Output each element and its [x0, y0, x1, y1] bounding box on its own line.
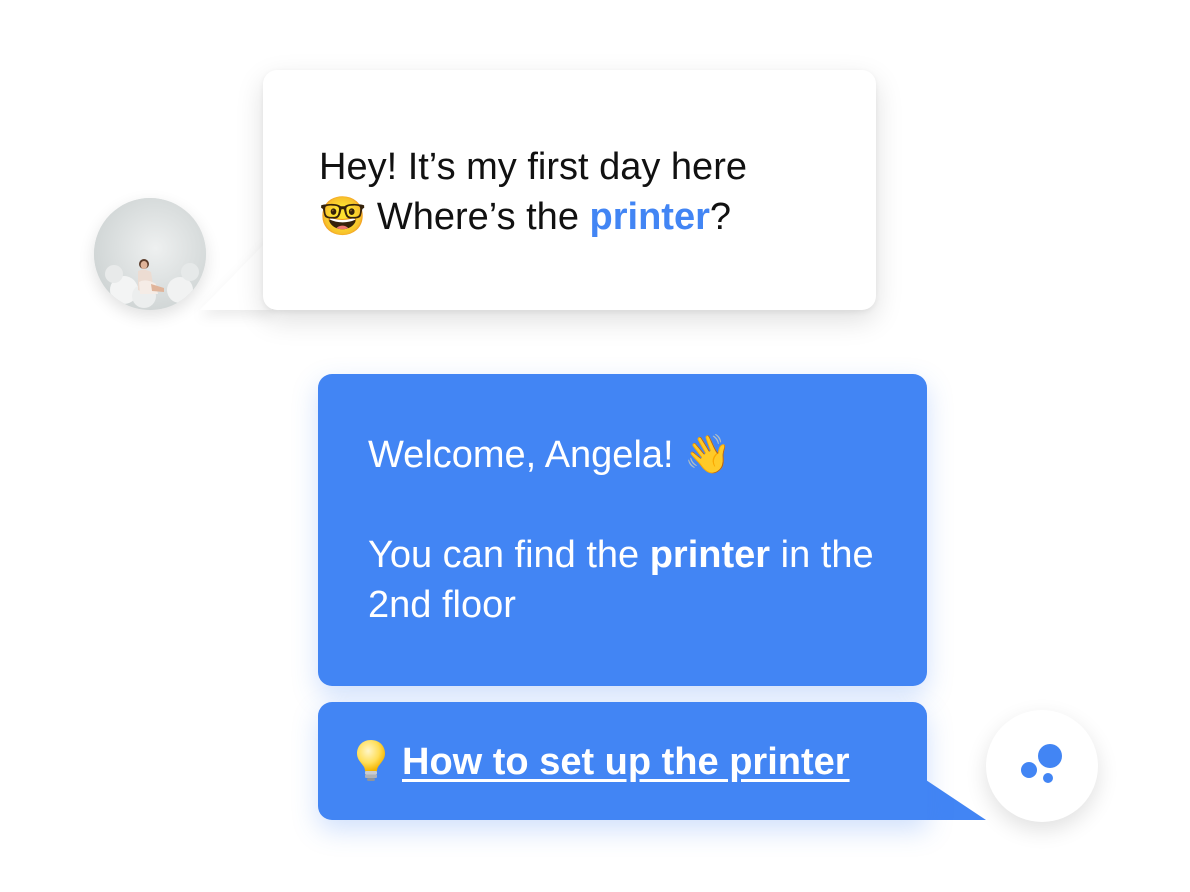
bot-answer-before: You can find the — [368, 534, 650, 576]
bot-greeting-line: Welcome, Angela! 👋 — [368, 430, 888, 480]
bot-greeting: Welcome, Angela! — [368, 434, 674, 476]
user-message-line1: Hey! It’s my first day here — [319, 146, 747, 188]
user-avatar-photo — [94, 198, 206, 310]
chat-stage: Hey! It’s my first day here 🤓 Where’s th… — [0, 0, 1190, 892]
user-message-text: Hey! It’s my first day here 🤓 Where’s th… — [319, 142, 839, 242]
bot-answer: You can find the printer in the 2nd floo… — [368, 530, 888, 630]
user-message-bubble: Hey! It’s my first day here 🤓 Where’s th… — [263, 70, 876, 310]
bot-message-text: Welcome, Angela! 👋 You can find the prin… — [368, 430, 888, 630]
setup-printer-link[interactable]: How to set up the printer — [402, 738, 850, 786]
bot-avatar — [986, 710, 1098, 822]
bot-bubble-tail — [926, 780, 986, 820]
lightbulb-icon — [357, 740, 385, 781]
user-avatar — [94, 198, 206, 310]
printer-keyword: printer — [589, 196, 710, 238]
user-message-question: Where’s the — [366, 196, 590, 238]
bot-logo-icon — [1021, 744, 1062, 783]
user-bubble-tail — [200, 236, 272, 310]
bot-answer-printer: printer — [649, 534, 771, 576]
bot-message-bubble: Welcome, Angela! 👋 You can find the prin… — [318, 374, 927, 686]
nerd-face-emoji-icon: 🤓 — [319, 196, 367, 238]
question-mark: ? — [709, 196, 732, 238]
bot-suggestion-bubble: How to set up the printer — [318, 702, 927, 820]
waving-hand-emoji-icon: 👋 — [684, 434, 732, 476]
